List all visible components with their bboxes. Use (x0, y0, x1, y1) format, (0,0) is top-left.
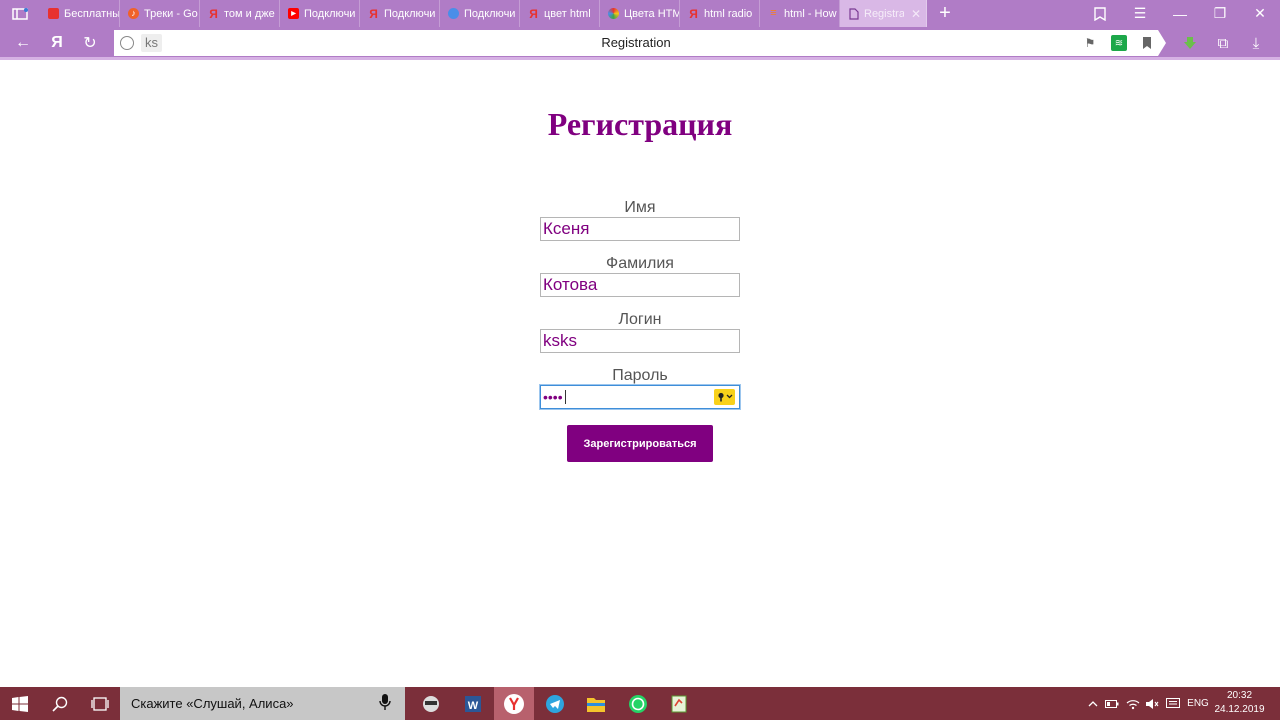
last-name-label: Фамилия (606, 255, 674, 272)
reload-icon[interactable]: ↻ (79, 33, 101, 53)
menu-icon[interactable]: ☰ (1120, 0, 1160, 27)
tab-label: Подключи (384, 7, 436, 20)
notification-icon[interactable] (1164, 687, 1182, 720)
translate-icon[interactable]: ⚑ (1082, 35, 1098, 51)
collections-icon[interactable]: ⧉ (1212, 33, 1234, 53)
stack-icon: ≡ (770, 7, 777, 19)
system-clock[interactable]: 20:32 24.12.2019 (1212, 689, 1267, 717)
close-tab-icon[interactable]: ✕ (911, 7, 921, 21)
navigation-bar: ← Я ↻ ks Registration ⚑ ≋ ⧉ ⤓ (0, 27, 1280, 60)
clock-time: 20:32 (1226, 690, 1253, 701)
windows-start-icon[interactable] (0, 687, 40, 720)
register-button[interactable]: Зарегистрироваться (567, 425, 713, 462)
orange-music-icon: ♪ (128, 8, 139, 19)
language-indicator[interactable]: ENG (1185, 687, 1211, 720)
volume-muted-icon[interactable] (1144, 687, 1160, 720)
task-view-icon[interactable] (80, 687, 120, 720)
back-arrow-icon[interactable]: ← (12, 33, 34, 53)
yandex-y-icon: Я (529, 6, 538, 21)
password-label: Пароль (612, 367, 668, 384)
tab-label: Бесплатны (64, 7, 119, 20)
password-field[interactable] (540, 385, 740, 409)
chevron-up-icon[interactable] (1085, 687, 1101, 720)
tab-label: Треки - Go (144, 7, 198, 20)
microphone-icon[interactable] (379, 694, 391, 714)
whatsapp-icon[interactable] (625, 691, 651, 717)
tab-label: том и дже (224, 7, 275, 20)
browser-tab[interactable]: Я цвет html (520, 0, 600, 27)
yandex-home-icon[interactable]: Я (46, 33, 68, 53)
tab-label: цвет html (544, 7, 591, 20)
bookmark-icon[interactable] (1139, 35, 1155, 51)
browser-tab[interactable]: Подключи (440, 0, 520, 27)
toolbar-divider (0, 57, 1280, 60)
yandex-y-icon: Я (689, 6, 698, 21)
windows-taskbar: Скажите «Слушай, Алиса» W ENG 20:32 24.1… (0, 687, 1280, 720)
minimize-icon[interactable]: — (1160, 0, 1200, 27)
battery-icon[interactable] (1104, 687, 1120, 720)
browser-tab[interactable]: ♪ Треки - Go (120, 0, 200, 27)
word-icon[interactable]: W (460, 691, 486, 717)
download-icon[interactable]: ⤓ (1245, 33, 1267, 53)
file-explorer-icon[interactable] (583, 691, 609, 717)
login-field[interactable] (540, 329, 740, 353)
browser-tab[interactable]: Бесплатны (40, 0, 120, 27)
page-title: Регистрация (547, 106, 733, 142)
browser-tab[interactable]: Цвета HTM (600, 0, 680, 27)
browser-tab-active[interactable]: Registra ✕ (840, 0, 927, 27)
browser-tab[interactable]: ▶ Подключи (280, 0, 360, 27)
alice-search-box[interactable]: Скажите «Слушай, Алиса» (120, 687, 405, 720)
page-title-in-address: Registration (601, 35, 671, 50)
new-tab-button[interactable]: + (927, 0, 963, 27)
password-manager-key-icon[interactable] (714, 389, 735, 405)
tab-label: Registra (864, 7, 904, 20)
chat-bubble-icon (448, 8, 459, 19)
browser-tab[interactable]: Я Подключи (360, 0, 440, 27)
wifi-protect-icon[interactable]: ≋ (1111, 35, 1127, 51)
wifi-icon[interactable] (1125, 687, 1141, 720)
clock-date: 24.12.2019 (1214, 704, 1265, 715)
browser-tab-bar: Бесплатны ♪ Треки - Go Я том и дже ▶ Под… (0, 0, 1280, 27)
extension-icon[interactable] (1179, 33, 1201, 53)
tab-label: html - How (784, 7, 837, 20)
password-masked-value: •••• (543, 389, 563, 405)
first-name-field[interactable] (540, 217, 740, 241)
yandex-y-icon: Я (209, 6, 218, 21)
telegram-icon[interactable] (542, 691, 568, 717)
browser-tab[interactable]: ≡ html - How (760, 0, 840, 27)
document-icon (848, 7, 859, 20)
login-label: Логин (618, 311, 662, 328)
color-wheel-icon (608, 8, 619, 19)
close-window-icon[interactable]: ✕ (1240, 0, 1280, 27)
browser-tab[interactable]: Я том и дже (200, 0, 280, 27)
browser-tab[interactable]: Я html radio (680, 0, 760, 27)
tab-label: Подключи (464, 7, 516, 20)
bookmarks-icon[interactable] (1080, 0, 1120, 27)
text-caret (565, 390, 566, 404)
tabs-overview-icon[interactable] (0, 0, 40, 27)
address-bar[interactable]: ks Registration ⚑ ≋ (114, 30, 1166, 56)
notepad-plus-icon[interactable] (666, 691, 692, 717)
tab-label: html radio (704, 7, 753, 20)
yandex-browser-icon[interactable] (494, 687, 534, 720)
yandex-y-icon: Я (369, 6, 378, 21)
tab-label: Цвета HTM (624, 7, 679, 20)
last-name-field[interactable] (540, 273, 740, 297)
restore-icon[interactable]: ❐ (1200, 0, 1240, 27)
search-icon[interactable] (40, 687, 80, 720)
alice-search-placeholder: Скажите «Слушай, Алиса» (131, 696, 294, 711)
first-name-label: Имя (624, 199, 656, 216)
svg-text:W: W (468, 700, 479, 712)
tab-label: Подключи (304, 7, 356, 20)
spy-app-icon[interactable] (418, 691, 444, 717)
red-square-icon (48, 8, 59, 19)
youtube-icon: ▶ (288, 8, 299, 19)
